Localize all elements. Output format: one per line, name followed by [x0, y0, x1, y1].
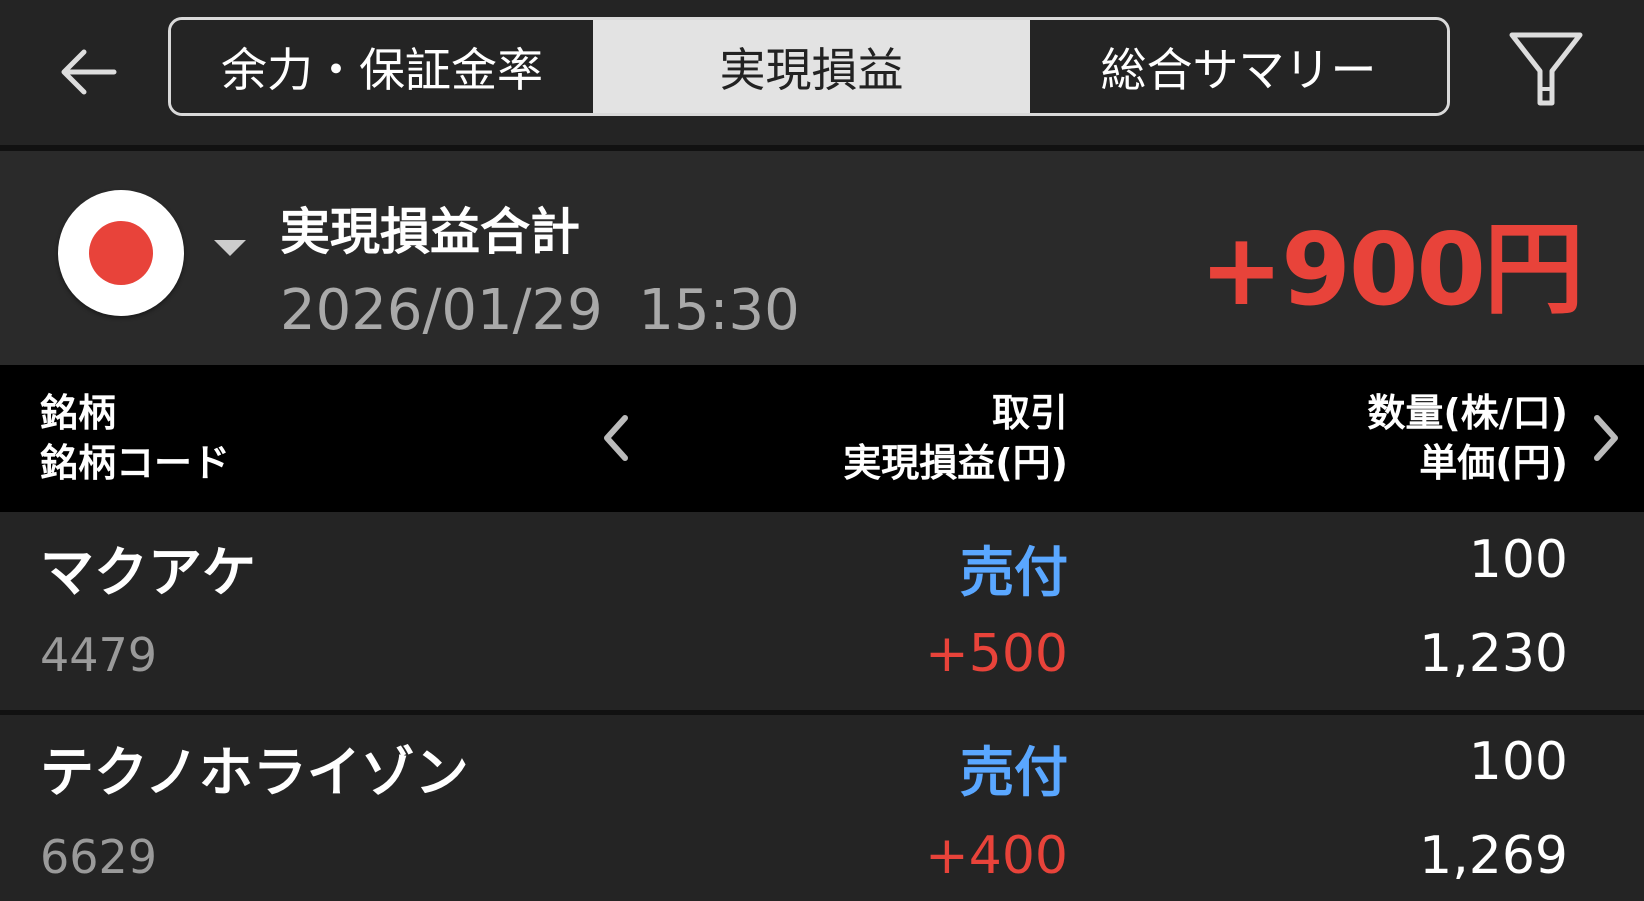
- summary-total-pnl: +900円: [1199, 211, 1584, 328]
- chevron-right-icon: [1594, 415, 1618, 461]
- row-quantity: 100: [1468, 732, 1568, 792]
- column-header-symbol-name: 銘柄: [40, 391, 117, 435]
- row-trade-type: 売付: [960, 741, 1068, 804]
- column-next-button[interactable]: [1586, 410, 1626, 466]
- japan-flag-icon[interactable]: [58, 190, 184, 316]
- row-quantity: 100: [1468, 530, 1568, 590]
- row-symbol-code: 4479: [40, 628, 158, 682]
- row-symbol-name: マクアケ: [40, 541, 256, 604]
- tab-realized-pnl-label: 実現損益: [719, 42, 904, 97]
- column-header-symbol-code: 銘柄コード: [40, 441, 231, 485]
- summary-title: 実現損益合計: [280, 203, 580, 261]
- back-arrow-icon: [61, 49, 117, 95]
- column-prev-button[interactable]: [596, 410, 636, 466]
- row-realized-pnl: +400: [925, 826, 1068, 886]
- row-symbol-name: テクノホライゾン: [40, 741, 469, 804]
- tab-margin-power[interactable]: 余力・保証金率: [171, 20, 593, 113]
- column-header-realized-pnl: 実現損益(円): [843, 441, 1068, 485]
- row-unit-price: 1,230: [1419, 624, 1568, 684]
- tab-margin-power-label: 余力・保証金率: [221, 42, 543, 97]
- row-realized-pnl: +500: [925, 624, 1068, 684]
- row-trade-type: 売付: [960, 541, 1068, 604]
- summary-timestamp: 2026/01/29 15:30: [280, 278, 800, 343]
- column-header-quantity: 数量(株/口) 単価(円): [1367, 388, 1568, 488]
- tab-overall-summary-label: 総合サマリー: [1100, 42, 1377, 97]
- column-header-unit-price: 単価(円): [1419, 441, 1568, 485]
- column-header-trade-type: 取引: [991, 391, 1068, 435]
- filter-icon: [1509, 32, 1583, 106]
- back-button[interactable]: [48, 36, 128, 108]
- filter-button[interactable]: [1500, 28, 1592, 112]
- column-header-quantity-label: 数量(株/口): [1367, 391, 1568, 435]
- chevron-down-icon[interactable]: [214, 240, 246, 256]
- flag-red-circle: [89, 221, 153, 285]
- column-header-trade: 取引 実現損益(円): [843, 388, 1068, 488]
- tab-overall-summary[interactable]: 総合サマリー: [1030, 20, 1447, 113]
- row-unit-price: 1,269: [1419, 826, 1568, 886]
- chevron-left-icon: [604, 415, 628, 461]
- column-header-symbol: 銘柄 銘柄コード: [40, 388, 230, 488]
- row-symbol-code: 6629: [40, 830, 158, 884]
- tab-switcher: 余力・保証金率 実現損益 総合サマリー: [168, 17, 1450, 116]
- tab-realized-pnl[interactable]: 実現損益: [593, 20, 1030, 113]
